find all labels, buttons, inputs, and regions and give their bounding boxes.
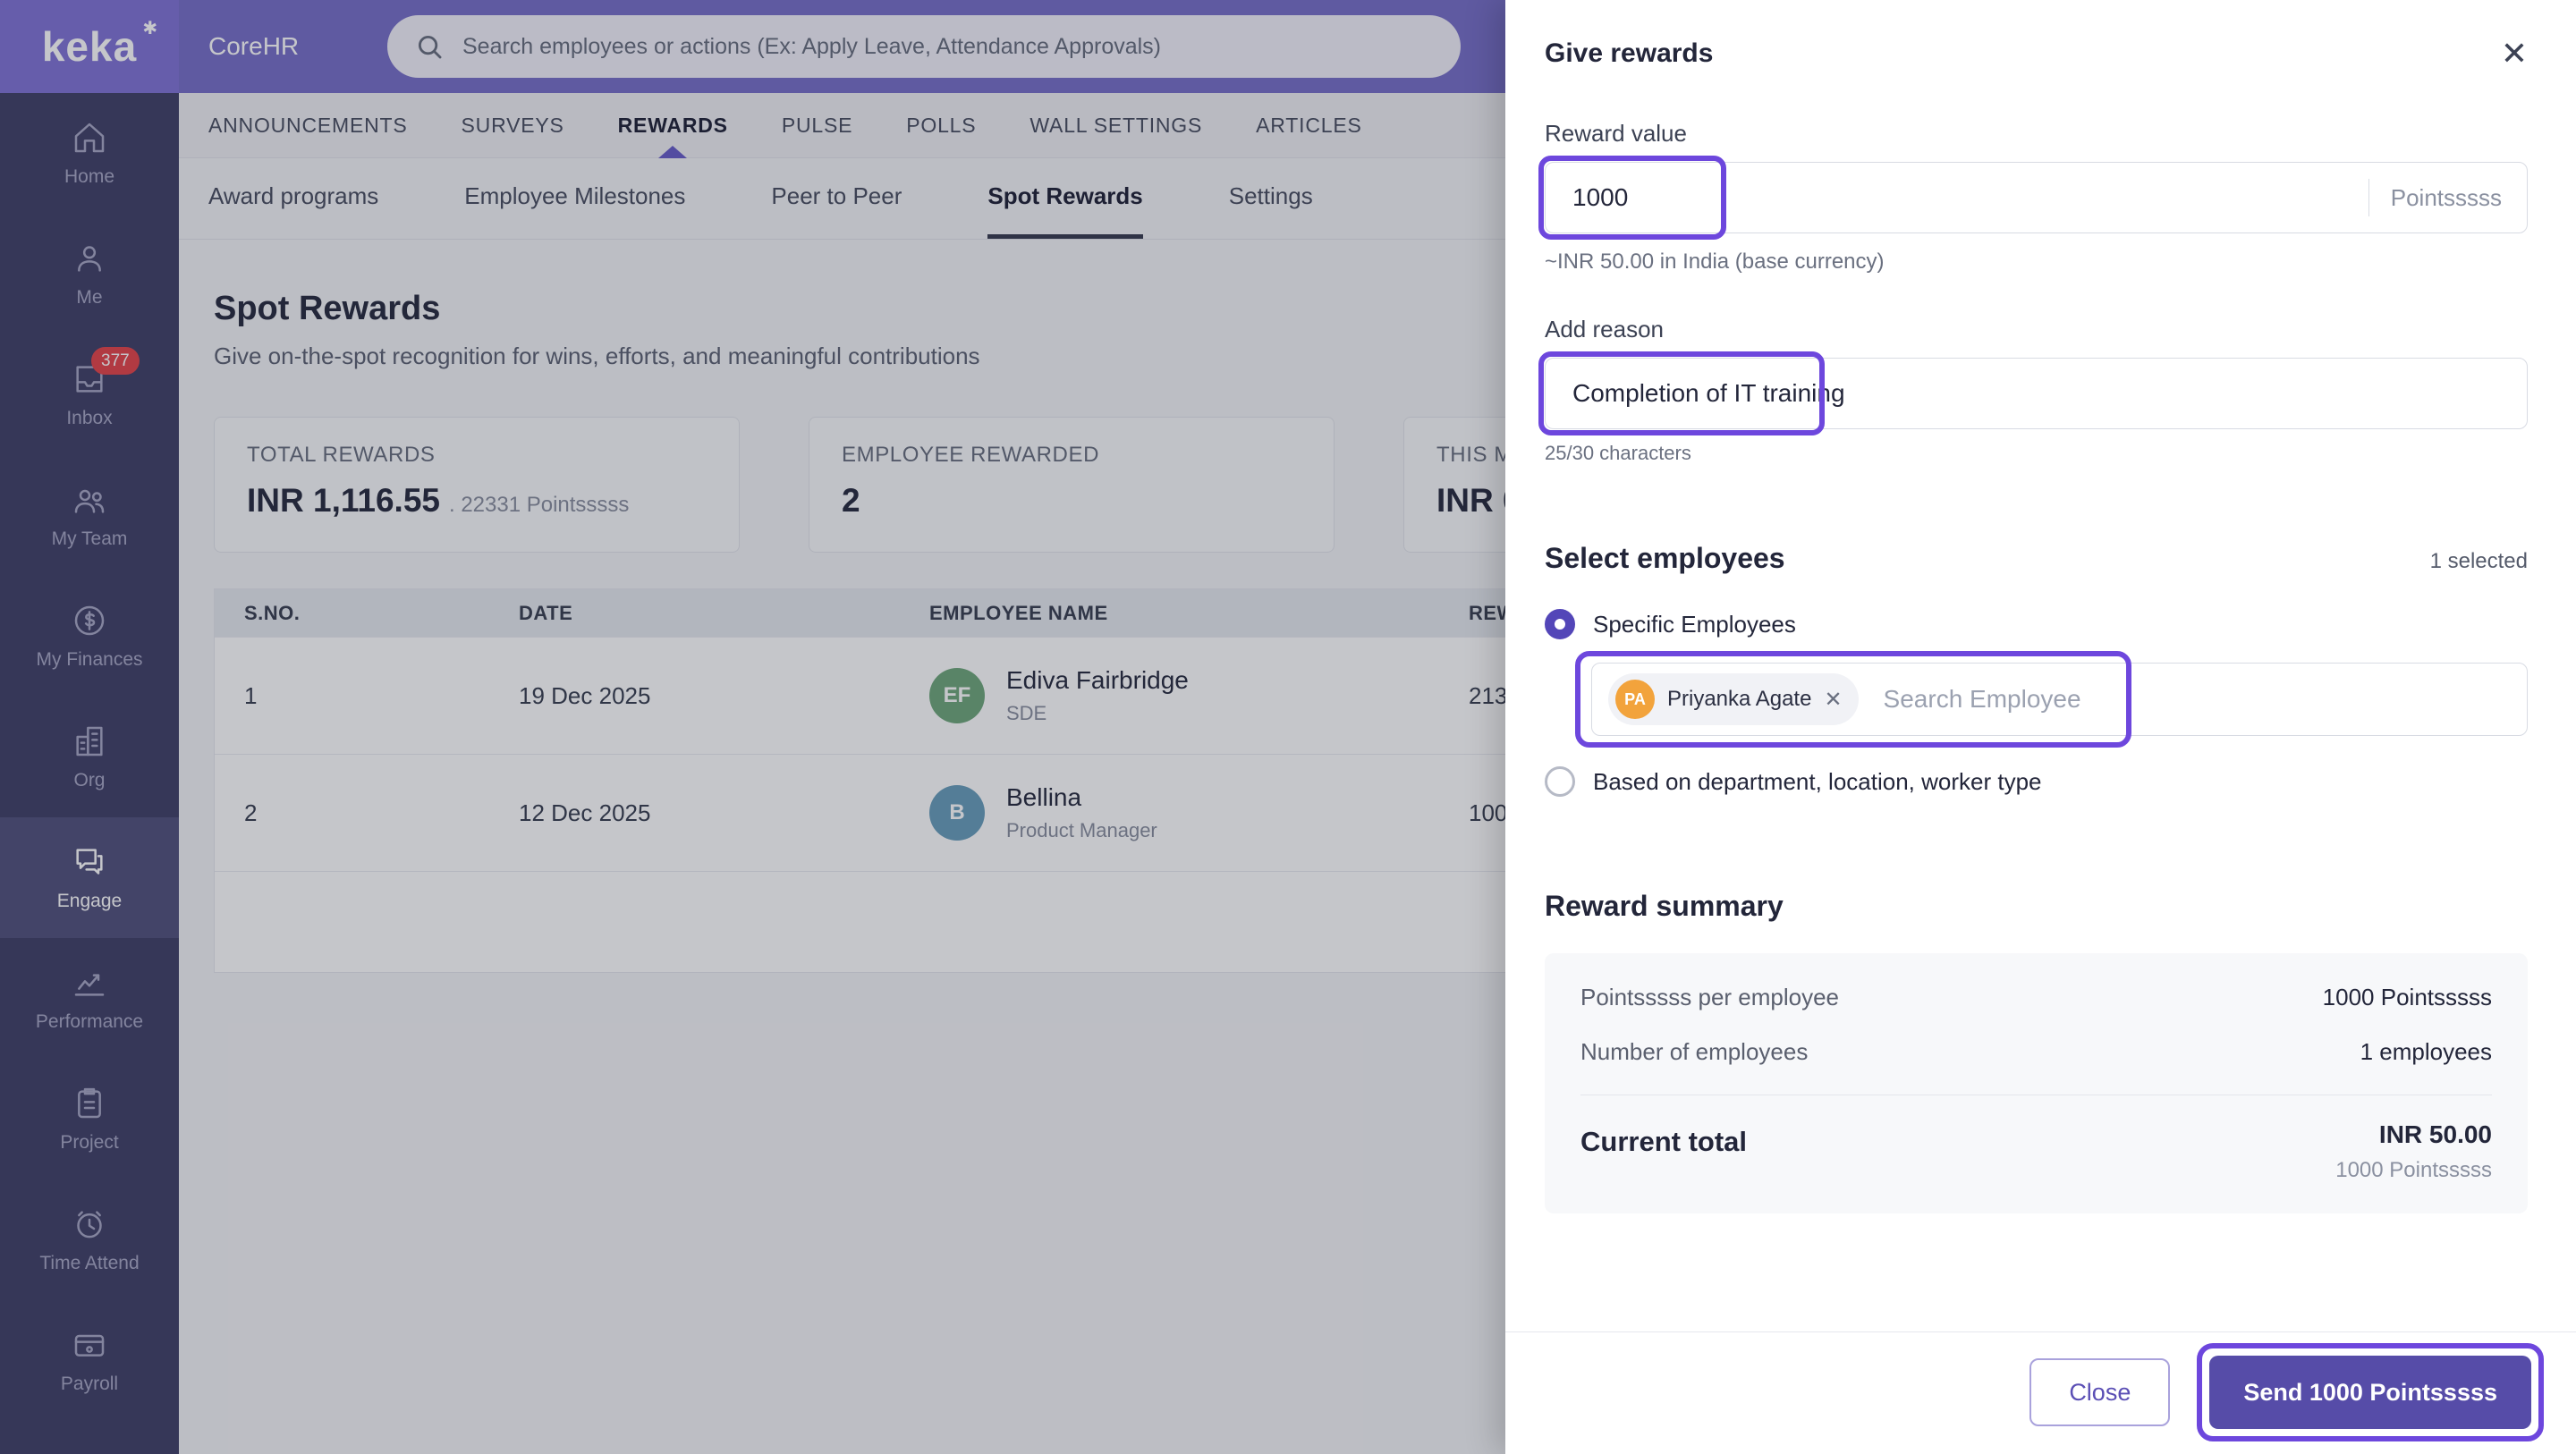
summary-row-label: Pointsssss per employee: [1580, 984, 1840, 1010]
radio-label: Specific Employees: [1593, 610, 1796, 638]
character-counter: 25/30 characters: [1545, 442, 1691, 464]
app-window: keka ✱ Home Me 377 Inbox My Team My Fina…: [0, 0, 2576, 1454]
reward-value-label: Reward value: [1545, 120, 1687, 147]
reward-unit-label: Pointsssss: [2390, 183, 2502, 211]
radio-unselected-icon[interactable]: [1545, 766, 1575, 797]
reward-summary-box: Pointsssss per employee 1000 Pointsssss …: [1545, 953, 2528, 1213]
selected-count: 1 selected: [2429, 549, 2528, 573]
modal-footer: Close Send 1000 Pointsssss: [1505, 1331, 2576, 1454]
add-reason-label: Add reason: [1545, 316, 1664, 342]
current-total-points: 1000 Pointsssss: [2335, 1158, 2492, 1182]
select-employees-heading: Select employees: [1545, 542, 1785, 574]
employee-search-field[interactable]: PA Priyanka Agate ✕: [1591, 663, 2528, 736]
modal-body: Reward value Pointsssss ~INR 50.00 in In…: [1505, 70, 2576, 1331]
reason-field: [1545, 358, 2528, 429]
summary-row-value: 1000 Pointsssss: [2322, 984, 2492, 1010]
close-button[interactable]: Close: [2029, 1358, 2171, 1426]
summary-row-label: Number of employees: [1580, 1038, 1809, 1065]
radio-selected-icon[interactable]: [1545, 609, 1575, 639]
unit-divider: [2368, 179, 2369, 216]
reason-input[interactable]: [1571, 378, 2502, 409]
employee-search-input[interactable]: [1881, 684, 2511, 714]
modal-title: Give rewards: [1545, 38, 1714, 68]
reward-value-field: Pointsssss: [1545, 162, 2528, 233]
modal-backdrop[interactable]: [0, 0, 1505, 1454]
chip-name: Priyanka Agate: [1667, 687, 1812, 711]
chip-avatar: PA: [1615, 680, 1655, 719]
modal-header: Give rewards ✕: [1505, 0, 2576, 70]
radio-specific-employees[interactable]: Specific Employees: [1545, 609, 2528, 639]
employee-chip: PA Priyanka Agate ✕: [1608, 673, 1859, 725]
reward-summary-heading: Reward summary: [1545, 890, 1784, 922]
current-total-value: INR 50.00: [2378, 1120, 2492, 1148]
chip-remove-icon[interactable]: ✕: [1824, 687, 1842, 713]
close-icon[interactable]: ✕: [2501, 38, 2528, 70]
radio-based-on-criteria[interactable]: Based on department, location, worker ty…: [1545, 766, 2528, 797]
summary-row-value: 1 employees: [2360, 1038, 2492, 1065]
reward-value-input[interactable]: [1571, 182, 2358, 213]
send-points-button[interactable]: Send 1000 Pointsssss: [2209, 1356, 2531, 1429]
give-rewards-modal: Give rewards ✕ Reward value Pointsssss ~…: [1505, 0, 2576, 1454]
currency-hint: ~INR 50.00 in India (base currency): [1545, 249, 1885, 274]
radio-label: Based on department, location, worker ty…: [1593, 767, 2042, 795]
current-total-label: Current total: [1580, 1126, 1747, 1157]
